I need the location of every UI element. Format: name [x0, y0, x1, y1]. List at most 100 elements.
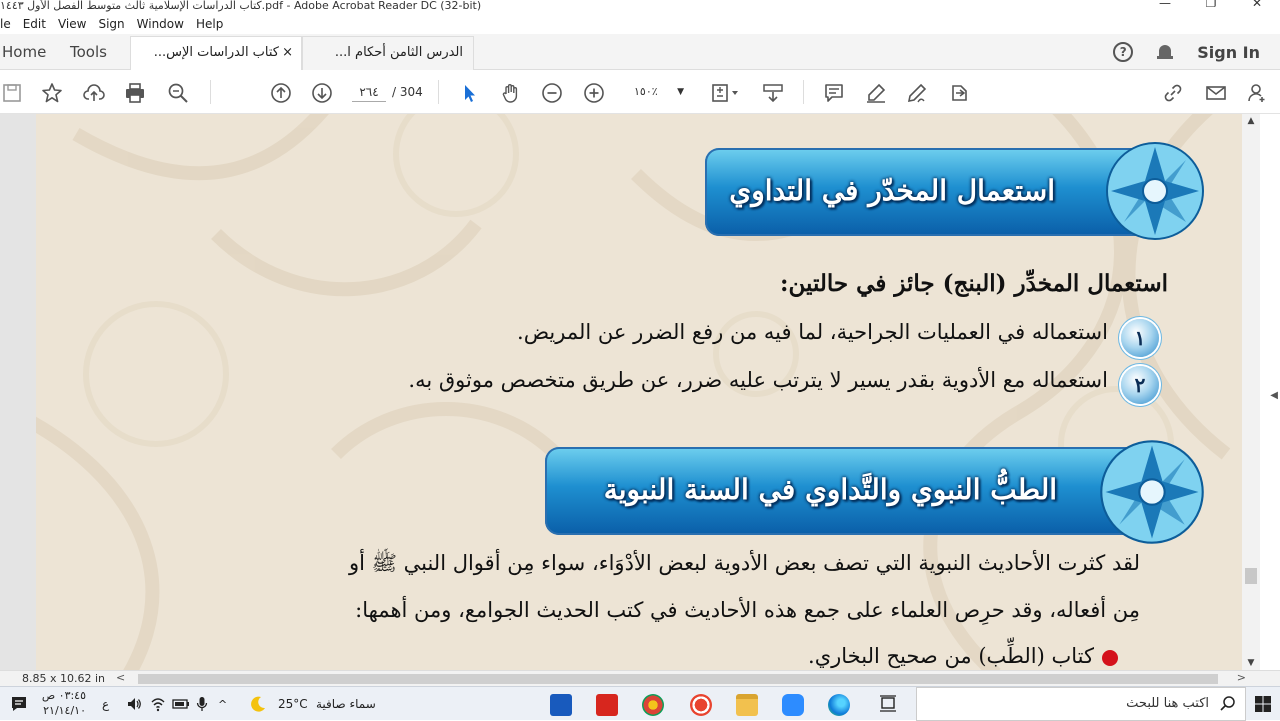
- volume-icon[interactable]: [126, 687, 142, 721]
- scrollbar-thumb[interactable]: [138, 674, 1218, 684]
- user-share-icon[interactable]: [1244, 80, 1270, 106]
- menu-bar: le Edit View Sign Window Help: [0, 15, 1280, 33]
- tab-tools[interactable]: Tools: [70, 34, 107, 70]
- item-number-badge: ١: [1121, 319, 1159, 357]
- rosette-ornament-2: [1100, 440, 1204, 544]
- notifications-icon[interactable]: [10, 687, 28, 721]
- select-cursor-icon[interactable]: [456, 80, 482, 106]
- pdf-page: استعمال المخدّر في التداوي استعمال المخد…: [36, 114, 1250, 670]
- document-viewport[interactable]: استعمال المخدّر في التداوي استعمال المخد…: [0, 114, 1280, 670]
- scroll-right-icon[interactable]: >: [1237, 671, 1246, 684]
- share-link-icon[interactable]: [1160, 80, 1186, 106]
- menu-help[interactable]: Help: [190, 15, 229, 33]
- battery-icon[interactable]: [172, 687, 190, 721]
- close-tab-icon[interactable]: ×: [282, 37, 293, 69]
- horizontal-scrollbar[interactable]: < >: [112, 671, 1250, 687]
- tab-label: كتاب الدراسات الإس...: [153, 45, 279, 60]
- paragraph-line-2: مِن أفعاله، وقد حرِص العلماء على جمع هذه…: [355, 598, 1140, 622]
- taskbar-search[interactable]: اكتب هنا للبحث: [916, 687, 1246, 721]
- search-icon: [1220, 696, 1235, 711]
- bullet-item: كتاب (الطِّب) من صحيح البخاري.: [808, 644, 1094, 668]
- zoom-level-value: ١٥٠٪: [634, 85, 658, 98]
- page-total: / 304: [392, 85, 423, 99]
- microphone-icon[interactable]: [196, 687, 208, 721]
- tab-home[interactable]: Home: [2, 34, 46, 70]
- zoom-level-select[interactable]: ١٥٠٪ ▼: [628, 82, 688, 102]
- task-view-icon[interactable]: [878, 687, 898, 721]
- save-icon[interactable]: [0, 80, 26, 106]
- edge-browser-icon[interactable]: [828, 694, 850, 716]
- section-heading: استعمال المخدِّر (البنج) جائز في حالتين:: [780, 270, 1168, 297]
- zoom-in-icon[interactable]: [581, 80, 607, 106]
- chrome-app-icon[interactable]: [642, 694, 664, 716]
- zoom-search-icon[interactable]: [165, 80, 191, 106]
- wifi-icon[interactable]: [150, 687, 166, 721]
- section-title-1: استعمال المخدّر في التداوي: [729, 174, 1055, 207]
- menu-sign[interactable]: Sign: [92, 15, 130, 33]
- zoom-out-icon[interactable]: [539, 80, 565, 106]
- more-tools-icon[interactable]: [946, 80, 972, 106]
- chevron-left-icon[interactable]: ◀: [1270, 390, 1278, 401]
- sign-in-button[interactable]: Sign In: [1197, 43, 1260, 62]
- list-item: استعماله مع الأدوية بقدر يسير لا يترتب ع…: [408, 368, 1108, 392]
- chevron-up-icon[interactable]: ^: [218, 687, 227, 721]
- scroll-left-icon[interactable]: <: [116, 671, 125, 684]
- weather-moon-icon[interactable]: [248, 687, 268, 721]
- vertical-scrollbar[interactable]: ▲ ▼: [1242, 114, 1260, 670]
- section-banner-2: الطبُّ النبوي والتَّداوي في السنة النبوي…: [545, 447, 1175, 535]
- weather-description[interactable]: سماء صافية: [316, 687, 376, 721]
- fill-sign-icon[interactable]: [904, 80, 930, 106]
- help-icon[interactable]: ?: [1113, 42, 1134, 62]
- star-icon[interactable]: [39, 80, 65, 106]
- toolbar: ٢٦٤ / 304 ١٥٠٪ ▼: [0, 70, 1280, 114]
- system-clock[interactable]: ٠٣:٤٥ ص ٢١/١٤/١٠: [38, 688, 86, 718]
- recorder-app-icon[interactable]: [690, 694, 712, 716]
- notification-bell-icon[interactable]: [1157, 43, 1174, 61]
- tab-document-2[interactable]: الدرس الثامن أحكام ا...: [302, 36, 474, 70]
- window-title: كتاب الدراسات الإسلامية ثالث متوسط الفصل…: [0, 0, 482, 12]
- page-size-label: 8.85 x 10.62 in: [22, 672, 106, 685]
- word-app-icon[interactable]: [550, 694, 572, 716]
- acrobat-app-icon[interactable]: [596, 694, 618, 716]
- next-page-icon[interactable]: [309, 80, 335, 106]
- section-title-2: الطبُّ النبوي والتَّداوي في السنة النبوي…: [603, 473, 1057, 506]
- cloud-upload-icon[interactable]: [81, 80, 107, 106]
- scroll-down-icon[interactable]: ▼: [1242, 658, 1260, 668]
- hand-tool-icon[interactable]: [498, 80, 524, 106]
- email-icon[interactable]: [1203, 80, 1229, 106]
- file-explorer-icon[interactable]: [736, 694, 758, 716]
- tab-bar: Home Tools × كتاب الدراسات الإس... الدرس…: [0, 34, 1280, 70]
- tab-document-active[interactable]: × كتاب الدراسات الإس...: [130, 36, 302, 70]
- close-window-button[interactable]: ✕: [1234, 0, 1280, 10]
- status-bar: 8.85 x 10.62 in < >: [0, 670, 1280, 686]
- input-language[interactable]: ع: [102, 687, 109, 721]
- zoom-app-icon[interactable]: [782, 694, 804, 716]
- toolbar-divider: [210, 80, 211, 104]
- scrollbar-thumb[interactable]: [1245, 568, 1257, 584]
- menu-window[interactable]: Window: [131, 15, 190, 33]
- maximize-button[interactable]: ❐: [1188, 0, 1234, 10]
- comment-icon[interactable]: [821, 80, 847, 106]
- highlight-pen-icon[interactable]: [863, 80, 889, 106]
- toolbar-divider: [803, 80, 804, 104]
- menu-edit[interactable]: Edit: [17, 15, 52, 33]
- menu-view[interactable]: View: [52, 15, 92, 33]
- paragraph-line-1: لقد كثرت الأحاديث النبوية التي تصف بعض ا…: [348, 551, 1140, 575]
- menu-file[interactable]: le: [0, 15, 17, 33]
- scroll-mode-icon[interactable]: [760, 80, 786, 106]
- weather-temperature[interactable]: 25°C: [278, 687, 308, 721]
- right-panel-toggle[interactable]: ◀: [1260, 114, 1280, 670]
- title-bar: كتاب الدراسات الإسلامية ثالث متوسط الفصل…: [0, 0, 1280, 14]
- rosette-ornament-1: [1106, 142, 1204, 240]
- page-fit-icon[interactable]: [708, 80, 742, 106]
- scroll-up-icon[interactable]: ▲: [1242, 116, 1260, 126]
- clock-date: ٢١/١٤/١٠: [43, 704, 86, 717]
- minimize-button[interactable]: —: [1142, 0, 1188, 10]
- item-number-badge: ٢: [1121, 366, 1159, 404]
- windows-start-icon[interactable]: [1254, 687, 1272, 721]
- search-placeholder: اكتب هنا للبحث: [1126, 696, 1209, 711]
- window-controls: — ❐ ✕: [1142, 0, 1280, 10]
- previous-page-icon[interactable]: [268, 80, 294, 106]
- page-number-input[interactable]: ٢٦٤: [352, 82, 386, 102]
- print-icon[interactable]: [122, 80, 148, 106]
